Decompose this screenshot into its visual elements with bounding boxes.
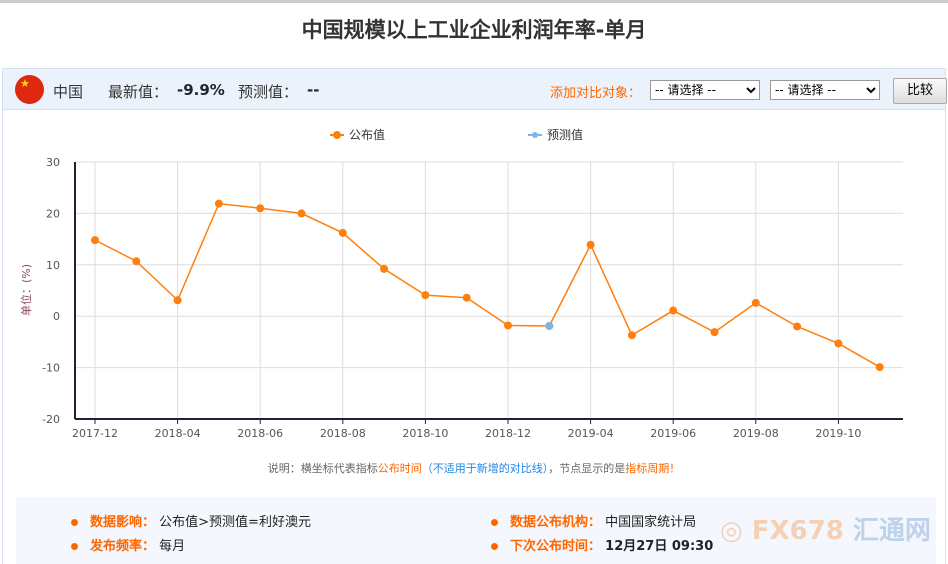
y-axis-label: 单位：(%) — [19, 264, 33, 316]
impact-label: 数据影响： — [90, 515, 156, 530]
x-tick-label: 2018-06 — [237, 427, 283, 440]
impact-value: 公布值>预测值=利好澳元 — [159, 515, 311, 530]
legend-marker — [532, 132, 538, 138]
data-point — [504, 321, 512, 330]
data-point — [297, 209, 306, 218]
bullet-icon — [71, 519, 78, 526]
logo-text: ◎ FX678 — [720, 516, 853, 546]
bullet-icon — [491, 543, 498, 550]
x-tick-label: 2018-12 — [485, 427, 531, 440]
data-point — [669, 306, 678, 315]
chart-note: 说明：横坐标代表指标公布时间（不适用于新增的对比线），节点显示的是指标周期！ — [0, 460, 948, 476]
x-tick-label: 2018-10 — [402, 427, 448, 440]
freq-label: 发布频率： — [90, 539, 156, 554]
next-item: 下次公布时间： 12月27日 09:30 — [491, 535, 713, 554]
data-point — [421, 291, 430, 300]
data-point — [91, 236, 99, 245]
y-tick-label: -20 — [42, 413, 60, 426]
x-tick-label: 2019-10 — [815, 427, 861, 440]
fx678-logo: ◎ FX678 汇通网 — [720, 510, 931, 547]
legend-marker — [333, 131, 341, 139]
x-tick-label: 2019-06 — [650, 427, 696, 440]
data-point — [586, 240, 595, 249]
x-tick-label: 2018-04 — [155, 427, 201, 440]
data-point — [793, 322, 802, 331]
note-end: ！ — [669, 462, 681, 475]
org-value: 中国国家统计局 — [605, 515, 697, 530]
data-point — [627, 331, 636, 340]
y-tick-label: 10 — [46, 259, 60, 272]
data-point — [173, 296, 182, 305]
bullet-icon — [491, 519, 498, 526]
data-point — [710, 328, 719, 337]
data-point — [132, 257, 141, 266]
freq-item: 发布频率： 每月 — [71, 535, 185, 554]
freq-value: 每月 — [159, 539, 186, 554]
next-label: 下次公布时间： — [510, 539, 602, 554]
data-point — [875, 363, 884, 372]
x-tick-label: 2019-08 — [733, 427, 779, 440]
bullet-icon — [71, 543, 78, 550]
impact-item: 数据影响： 公布值>预测值=利好澳元 — [71, 511, 311, 530]
next-value: 12月27日 09:30 — [605, 539, 714, 554]
legend-label: 公布值 — [349, 127, 385, 142]
data-point — [256, 204, 265, 213]
data-point — [545, 321, 554, 330]
org-item: 数据公布机构： 中国国家统计局 — [491, 511, 696, 530]
data-point — [338, 228, 347, 237]
data-point — [380, 264, 389, 273]
note-highlight: 公布时间 — [377, 462, 422, 475]
data-point — [462, 293, 471, 302]
x-tick-label: 2017-12 — [72, 427, 118, 440]
x-tick-label: 2019-04 — [568, 427, 614, 440]
data-point — [834, 339, 843, 348]
org-label: 数据公布机构： — [510, 515, 602, 530]
x-tick-label: 2018-08 — [320, 427, 366, 440]
note-highlight-2: 指标周期 — [625, 462, 670, 475]
note-text-2: ，节点显示的是 — [548, 462, 626, 475]
note-text: 说明：横坐标代表指标 — [267, 462, 378, 475]
data-point — [214, 199, 223, 208]
data-point — [751, 298, 760, 307]
line-chart: 30 20 10 0 -10 -20 2017-12 2018-04 2018-06 2018-0… — [19, 127, 903, 440]
y-tick-label: -10 — [42, 362, 60, 375]
logo-text-cn: 汇通网 — [852, 516, 931, 546]
y-tick-label: 0 — [53, 310, 60, 323]
y-tick-label: 20 — [46, 207, 60, 220]
y-tick-label: 30 — [46, 156, 60, 169]
series-line-0 — [94, 202, 881, 368]
legend-label: 预测值 — [547, 127, 583, 142]
note-blue: （不适用于新增的对比线） — [421, 462, 549, 475]
